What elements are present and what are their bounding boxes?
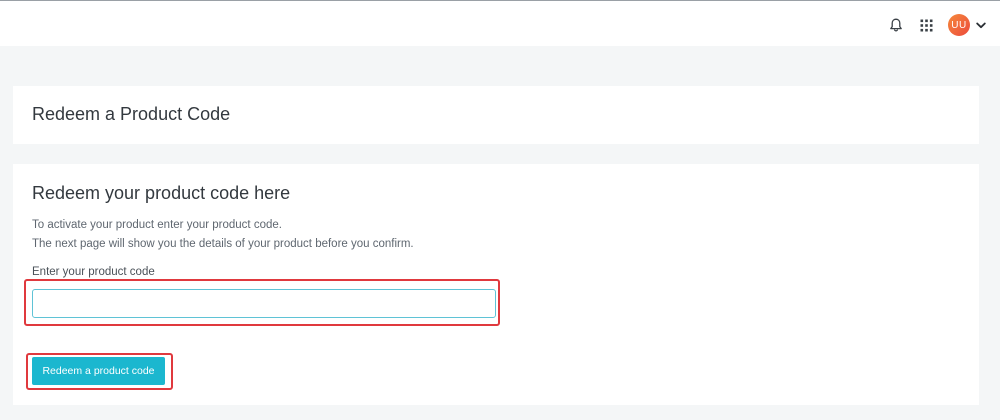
product-code-label: Enter your product code [32,266,155,278]
page-title-card: Redeem a Product Code [13,86,979,144]
redeem-product-code-button[interactable]: Redeem a product code [32,357,165,385]
grid-icon [920,19,932,31]
user-menu-toggle[interactable] [974,18,988,32]
product-code-input[interactable] [32,289,496,318]
chevron-down-icon [976,22,986,28]
top-bar: UU [0,0,1000,46]
redeem-form-card: Redeem your product code here To activat… [13,164,979,405]
form-description-line2: The next page will show you the details … [32,238,414,250]
bell-icon [890,18,902,32]
form-heading: Redeem your product code here [32,183,291,203]
notifications-button[interactable] [884,13,908,37]
form-description-line1: To activate your product enter your prod… [32,219,282,231]
user-avatar[interactable]: UU [948,14,970,36]
apps-button[interactable] [914,13,938,37]
top-bar-actions: UU [878,13,988,37]
page-title: Redeem a Product Code [32,104,231,124]
